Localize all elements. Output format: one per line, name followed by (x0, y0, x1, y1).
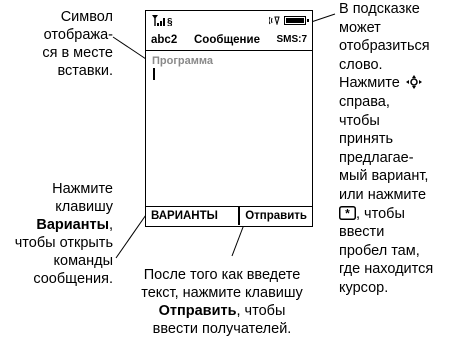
text-cursor (153, 68, 155, 80)
status-bar: § (146, 11, 312, 31)
phone-screen: § abc2 Сообщение SMS:7 Программа ВАРИАНТ… (145, 10, 313, 227)
signal-icon: § (152, 15, 180, 29)
screen-title: Сообщение (194, 34, 260, 46)
title-bar: abc2 Сообщение SMS:7 (146, 31, 312, 51)
options-softkey[interactable]: ВАРИАНТЫ (151, 210, 218, 222)
svg-text:*: * (345, 206, 350, 220)
word-suggestion: Программа (152, 55, 214, 67)
message-icon: § (167, 17, 173, 26)
star-key-icon: * (339, 205, 356, 220)
softkey-divider (238, 207, 240, 225)
sms-counter: SMS:7 (276, 34, 307, 45)
send-softkey[interactable]: Отправить (245, 210, 307, 222)
battery-indicator (268, 15, 309, 26)
input-mode: abc2 (151, 34, 178, 46)
nav-key-icon (405, 75, 422, 90)
softkey-bar: ВАРИАНТЫ Отправить (146, 206, 312, 226)
send-key-name: Отправить (158, 303, 237, 319)
callout-word-prompt: В подсказке может отобразиться слово. На… (339, 1, 434, 296)
callout-cursor-symbol: Символ отобража- ся в месте вставки. (42, 9, 113, 79)
callout-options-key: Нажмите клавишу Варианты, чтобы открыть … (14, 181, 113, 287)
battery-icon (284, 15, 309, 25)
callout-send-key: После того как введете текст, нажмите кл… (141, 267, 303, 337)
ring-icon (268, 16, 280, 26)
options-key-name: Варианты (36, 217, 109, 233)
